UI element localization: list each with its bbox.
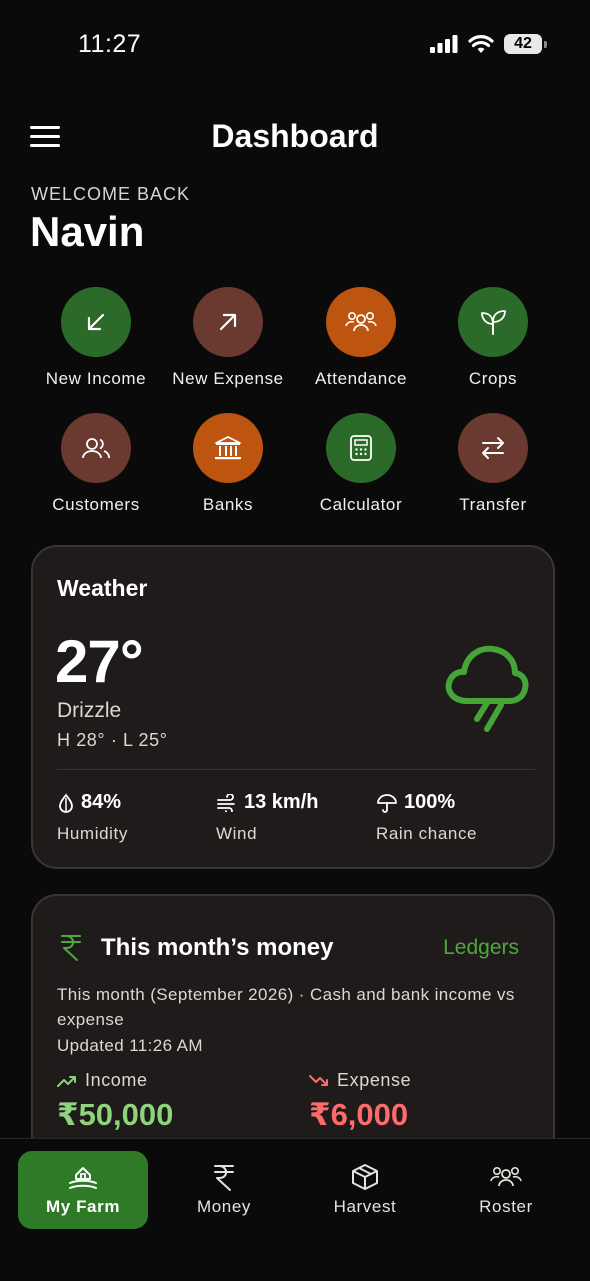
trend-down-icon xyxy=(309,1074,328,1086)
wind-label: Wind xyxy=(216,824,258,843)
nav-money-label: Money xyxy=(196,1197,252,1216)
battery-icon: 42 xyxy=(504,34,547,54)
attendance-button[interactable]: Attendance xyxy=(295,287,427,389)
new-expense-button[interactable]: New Expense xyxy=(162,287,294,389)
bank-icon xyxy=(215,436,241,460)
banks-button[interactable]: Banks xyxy=(162,413,294,515)
customers-label: Customers xyxy=(52,495,140,514)
farm-icon xyxy=(69,1167,97,1189)
leaf-icon xyxy=(481,310,506,335)
money-card-title: This month’s money xyxy=(101,934,334,961)
wifi-icon xyxy=(468,35,494,53)
trend-up-icon xyxy=(57,1075,76,1087)
nav-harvest[interactable]: Harvest xyxy=(300,1151,430,1229)
weather-high-low: H 28° · L 25° xyxy=(57,730,168,750)
wind-icon xyxy=(217,793,235,812)
nav-my-farm[interactable]: My Farm xyxy=(18,1151,148,1229)
weather-condition: Drizzle xyxy=(57,699,122,722)
cellular-signal-icon xyxy=(430,35,458,53)
nav-harvest-label: Harvest xyxy=(333,1197,397,1216)
user-name: Navin xyxy=(30,208,145,255)
banks-label: Banks xyxy=(202,495,254,514)
new-expense-circle xyxy=(193,287,263,357)
box-icon xyxy=(352,1164,378,1190)
customers-button[interactable]: Customers xyxy=(30,413,162,515)
humidity-icon xyxy=(59,793,73,813)
attendance-circle xyxy=(326,287,396,357)
new-income-button[interactable]: New Income xyxy=(30,287,162,389)
status-icons: 42 xyxy=(430,31,547,57)
income-amount: ₹50,000 xyxy=(57,1097,174,1132)
banks-circle xyxy=(193,413,263,483)
rupee-icon xyxy=(214,1165,234,1191)
transfer-label: Transfer xyxy=(459,495,527,514)
calculator-circle xyxy=(326,413,396,483)
bottom-navigation: My Farm Money Harvest Roster xyxy=(0,1138,590,1281)
page-title: Dashboard xyxy=(211,118,379,154)
ledgers-link[interactable]: Ledgers xyxy=(443,936,519,960)
status-time: 11:27 xyxy=(78,30,142,58)
people-group-icon xyxy=(490,1166,522,1187)
nav-money[interactable]: Money xyxy=(159,1151,289,1229)
transfer-circle xyxy=(458,413,528,483)
money-updated-time: Updated 11:26 AM xyxy=(57,1036,203,1055)
users-icon xyxy=(82,438,110,459)
customers-circle xyxy=(61,413,131,483)
calculator-label: Calculator xyxy=(319,495,403,514)
wind-stat: 13 km/h Wind xyxy=(216,791,318,844)
humidity-stat: 84% Humidity xyxy=(57,791,128,844)
expense-summary: Expense ₹6,000 xyxy=(309,1070,411,1133)
money-card-subtitle: This month (September 2026) · Cash and b… xyxy=(57,985,515,1029)
weather-divider xyxy=(57,769,535,770)
new-income-circle xyxy=(61,287,131,357)
crops-button[interactable]: Crops xyxy=(427,287,559,389)
weather-temperature: 27° xyxy=(55,628,144,695)
calculator-button[interactable]: Calculator xyxy=(295,413,427,515)
attendance-label: Attendance xyxy=(314,369,407,388)
people-group-icon xyxy=(345,311,377,332)
calculator-icon xyxy=(350,435,372,461)
new-income-label: New Income xyxy=(45,369,147,388)
umbrella-icon xyxy=(377,793,397,813)
humidity-value: 84% xyxy=(81,791,122,813)
arrow-down-left-icon xyxy=(87,313,105,331)
crops-circle xyxy=(458,287,528,357)
transfer-button[interactable]: Transfer xyxy=(427,413,559,515)
humidity-label: Humidity xyxy=(57,824,128,843)
rain-chance-value: 100% xyxy=(404,791,456,813)
expense-amount: ₹6,000 xyxy=(309,1097,409,1132)
rain-chance-stat: 100% Rain chance xyxy=(376,791,477,844)
weather-card[interactable]: Weather 27° Drizzle H 28° · L 25° 84% Hu… xyxy=(31,545,555,869)
nav-my-farm-label: My Farm xyxy=(45,1197,121,1216)
transfer-arrows-icon xyxy=(482,437,504,459)
new-expense-label: New Expense xyxy=(172,369,284,388)
rain-chance-label: Rain chance xyxy=(376,824,478,843)
rupee-icon xyxy=(61,935,81,961)
crops-label: Crops xyxy=(468,369,518,388)
cloud-drizzle-icon xyxy=(445,645,529,732)
arrow-up-right-icon xyxy=(219,313,237,331)
wind-value: 13 km/h xyxy=(244,791,319,813)
expense-label: Expense xyxy=(337,1070,412,1090)
income-label: Income xyxy=(85,1070,148,1090)
weather-title: Weather xyxy=(57,575,148,601)
welcome-label: WELCOME BACK xyxy=(31,184,191,204)
income-summary: Income ₹50,000 xyxy=(57,1070,173,1133)
nav-roster-label: Roster xyxy=(479,1197,533,1216)
nav-roster[interactable]: Roster xyxy=(441,1151,571,1229)
